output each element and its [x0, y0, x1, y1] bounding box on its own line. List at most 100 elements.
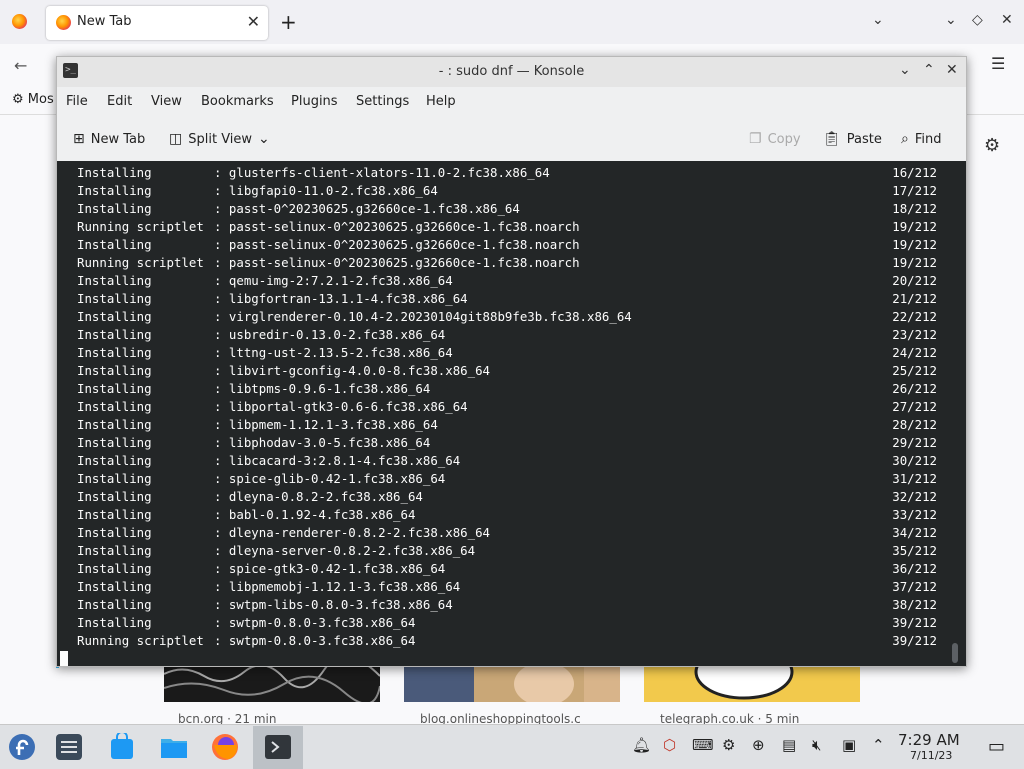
terminal-line: Installing: libtpms-0.9.6-1.fc38.x86_64 2…: [77, 380, 937, 398]
line-package: : libphodav-3.0-5.fc38.x86_64: [214, 435, 431, 450]
line-package: : usbredir-0.13.0-2.fc38.x86_64: [214, 327, 446, 342]
line-operation: Installing: [77, 507, 152, 522]
line-operation: Installing: [77, 399, 152, 414]
bookmark-item[interactable]: ⚙ Mos: [12, 92, 54, 107]
file-manager-icon[interactable]: [160, 733, 188, 761]
line-progress-count: 18/212: [892, 201, 937, 216]
menu-file[interactable]: File: [66, 94, 88, 109]
package-updates-icon[interactable]: ⬡: [663, 736, 676, 754]
terminal-line: Installing: babl-0.1.92-4.fc38.x86_64 33/…: [77, 506, 937, 524]
paste-button[interactable]: 📋︎ Paste: [823, 131, 882, 147]
hamburger-menu-icon[interactable]: ☰: [991, 54, 1005, 73]
firefox-taskbar-icon[interactable]: [211, 733, 239, 761]
menu-bookmarks[interactable]: Bookmarks: [201, 94, 274, 109]
menu-help[interactable]: Help: [426, 94, 456, 109]
line-operation: Installing: [77, 345, 152, 360]
story-card-image: [404, 664, 620, 702]
discover-store-icon[interactable]: [108, 733, 136, 761]
line-package: : libgfapi0-11.0-2.fc38.x86_64: [214, 183, 438, 198]
maximize-window-icon[interactable]: ⌃: [923, 62, 935, 78]
clock-date[interactable]: 7/11/23: [910, 749, 952, 762]
line-progress-count: 23/212: [892, 327, 937, 342]
line-progress-count: 22/212: [892, 309, 937, 324]
terminal-line: Installing: passt-0^20230625.g32660ce-1.…: [77, 200, 937, 218]
terminal-line: Running scriptlet: swtpm-0.8.0-3.fc38.x8…: [77, 632, 937, 650]
menu-edit[interactable]: Edit: [107, 94, 132, 109]
network-icon[interactable]: ▣: [842, 736, 856, 754]
close-window-icon[interactable]: ✕: [946, 62, 958, 78]
menu-plugins[interactable]: Plugins: [291, 94, 338, 109]
line-package: : virglrenderer-0.10.4-2.20230104git88b9…: [214, 309, 632, 324]
clipboard-tool-icon[interactable]: ⚙: [722, 736, 735, 754]
line-progress-count: 19/212: [892, 237, 937, 252]
firefox-tab-title: New Tab: [77, 14, 132, 29]
chevron-down-icon: ⌄: [258, 131, 270, 147]
line-operation: Installing: [77, 489, 152, 504]
konsole-window: >_ - : sudo dnf — Konsole ⌄ ⌃ ✕ File Edi…: [56, 56, 967, 667]
terminal-line: Installing : virglrenderer-0.10.4-2.20230…: [77, 308, 937, 326]
close-tab-icon[interactable]: ✕: [247, 12, 260, 31]
menu-view[interactable]: View: [151, 94, 182, 109]
firefox-menu-icon[interactable]: [12, 14, 27, 29]
terminal-line: Installing: libvirt-gconfig-4.0.0-8.fc38…: [77, 362, 937, 380]
keyboard-layout-icon[interactable]: ⌨: [692, 736, 714, 754]
terminal-line: Installing: libpmem-1.12.1-3.fc38.x86_64…: [77, 416, 937, 434]
tray-expand-chevron-icon[interactable]: ⌃: [872, 736, 885, 754]
line-progress-count: 19/212: [892, 255, 937, 270]
story-card[interactable]: [404, 664, 620, 702]
terminal-output[interactable]: Installing: glusterfs-client-xlators-11.…: [57, 161, 966, 666]
clipboard-icon[interactable]: ▤: [782, 736, 796, 754]
updates-icon[interactable]: ⊕: [752, 736, 765, 754]
line-progress-count: 17/212: [892, 183, 937, 198]
line-progress-count: 27/212: [892, 399, 937, 414]
firefox-tab-icon: [56, 15, 71, 30]
list-all-tabs-icon[interactable]: ⌄: [872, 12, 884, 28]
new-tab-icon: ⊞: [73, 131, 85, 147]
line-package: : babl-0.1.92-4.fc38.x86_64: [214, 507, 416, 522]
line-operation: Installing: [77, 309, 152, 324]
line-progress-count: 37/212: [892, 579, 937, 594]
story-card[interactable]: [164, 664, 380, 702]
menu-settings[interactable]: Settings: [356, 94, 409, 109]
gear-icon: ⚙: [12, 92, 24, 107]
line-package: : libtpms-0.9.6-1.fc38.x86_64: [214, 381, 431, 396]
terminal-line: Installing : usbredir-0.13.0-2.fc38.x86_6…: [77, 326, 937, 344]
minimize-window-icon[interactable]: ⌄: [899, 62, 911, 78]
story-card[interactable]: [644, 664, 860, 702]
search-icon: ⌕: [901, 131, 909, 147]
line-progress-count: 29/212: [892, 435, 937, 450]
story-card-image: [644, 664, 860, 702]
new-tab-button[interactable]: ⊞ New Tab: [73, 131, 145, 147]
terminal-scrollbar[interactable]: [952, 643, 958, 663]
split-view-button[interactable]: ◫ Split View ⌄: [169, 131, 270, 147]
settings-gear-icon[interactable]: ⚙: [984, 135, 1000, 156]
minimize-icon[interactable]: ⌄: [945, 12, 957, 28]
terminal-line: Installing: spice-gtk3-0.42-1.fc38.x86_6…: [77, 560, 937, 578]
line-package: : passt-0^20230625.g32660ce-1.fc38.x86_6…: [214, 201, 520, 216]
konsole-titlebar[interactable]: >_ - : sudo dnf — Konsole ⌄ ⌃ ✕: [57, 57, 966, 87]
terminal-line: Installing: spice-glib-0.42-1.fc38.x86_6…: [77, 470, 937, 488]
konsole-taskbar-icon[interactable]: [264, 733, 292, 761]
notifications-bell-icon[interactable]: 🔔︎: [632, 736, 651, 754]
show-desktop-icon[interactable]: ▭: [988, 736, 1005, 757]
fedora-launcher-icon[interactable]: [8, 733, 36, 761]
volume-muted-icon[interactable]: 🔇︎: [812, 736, 821, 754]
close-window-icon[interactable]: ✕: [1001, 12, 1013, 28]
line-operation: Installing: [77, 327, 152, 342]
line-progress-count: 19/212: [892, 219, 937, 234]
find-button[interactable]: ⌕ Find: [901, 131, 941, 147]
terminal-line: Running scriptlet: passt-selinux-0^20230…: [77, 254, 937, 272]
copy-button[interactable]: ❐ Copy: [749, 131, 801, 147]
system-settings-icon[interactable]: [55, 733, 83, 761]
line-operation: Running scriptlet: [77, 255, 204, 270]
clock-time[interactable]: 7:29 AM: [898, 731, 960, 749]
maximize-icon[interactable]: ◇: [972, 12, 983, 28]
new-tab-plus-icon[interactable]: +: [280, 10, 297, 34]
firefox-tab-new-tab[interactable]: New Tab ✕: [46, 6, 268, 40]
line-package: : qemu-img-2:7.2.1-2.fc38.x86_64: [214, 273, 453, 288]
terminal-line: Installing: dleyna-0.8.2-2.fc38.x86_64 32…: [77, 488, 937, 506]
split-view-icon: ◫: [169, 131, 183, 147]
menu-bar: [57, 87, 966, 117]
back-arrow-icon[interactable]: ←: [14, 56, 27, 75]
terminal-line: Installing: qemu-img-2:7.2.1-2.fc38.x86_…: [77, 272, 937, 290]
